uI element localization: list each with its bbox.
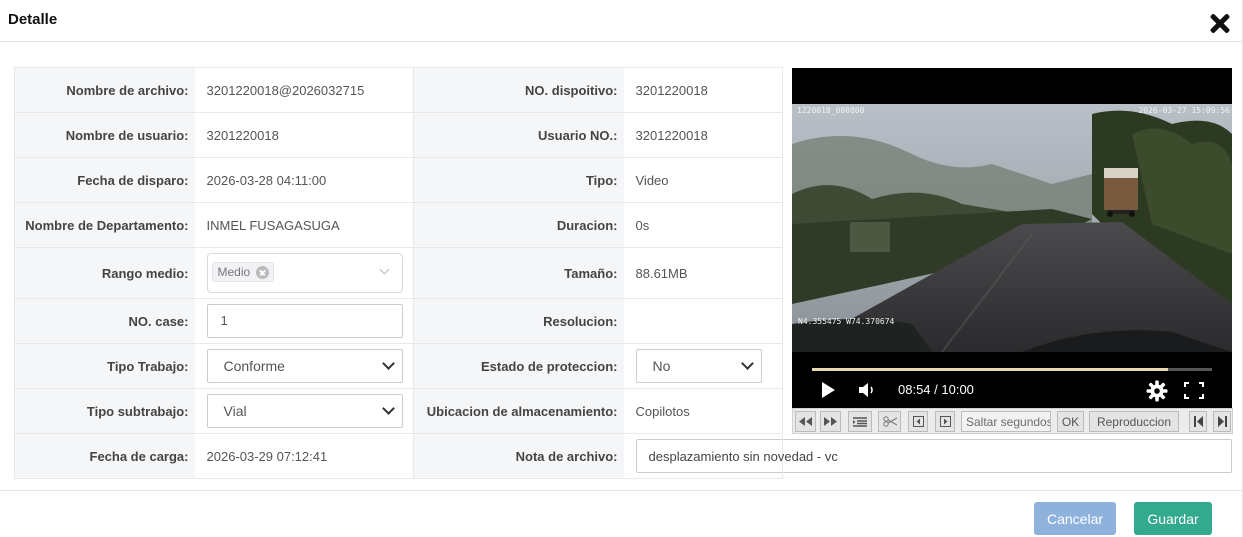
detail-dialog: Detalle Nombre de archivo: 3201220018@20… [0,0,1243,537]
case-no-input[interactable]: 1 [206,304,403,338]
range-tag: Medio [211,262,275,282]
chevron-down-icon [741,359,755,373]
close-icon[interactable] [1206,9,1234,37]
subwork-type-select[interactable]: Vial [206,394,403,428]
seek-seconds-input[interactable]: Saltar segundos [961,411,1051,432]
volume-icon[interactable] [858,382,878,398]
resolution-label: Resolucion: [413,298,624,344]
video-progress-bar[interactable] [812,368,1212,371]
work-type-select[interactable]: Conforme [206,349,403,383]
video-osd-camera: 1220018_000000 [797,106,865,115]
range-label: Rango medio: [14,247,195,299]
work-type-label: Tipo Trabajo: [14,343,195,389]
type-value: Video [623,157,783,203]
scissors-icon[interactable] [878,411,901,432]
protection-status-label: Estado de proteccion: [413,343,624,389]
range-multiselect[interactable]: Medio [206,253,403,293]
detail-form: Nombre de archivo: 3201220018@2026032715… [14,67,1232,479]
skip-start-icon[interactable] [1189,411,1207,432]
form-row: Tipo subtrabajo: Vial Ubicacion de almac… [14,388,783,434]
form-row: Nombre de usuario: 3201220018 Usuario NO… [14,112,783,158]
subwork-type-selected: Vial [223,403,247,419]
chevron-down-icon [382,359,396,373]
gear-icon[interactable] [1146,380,1168,402]
form-row: Rango medio: Medio Tamaño: 88.61MB [14,247,783,299]
work-type-selected: Conforme [223,358,285,374]
video-player[interactable]: 1220018_000000 2026-03-27 15:09:56 N4.35… [792,68,1232,408]
form-row: Fecha de carga: 2026-03-29 07:12:41 Nota… [14,433,1232,479]
chevron-down-icon [382,404,396,418]
form-row: NO. case: 1 Resolucion: [14,298,783,344]
subwork-type-label: Tipo subtrabajo: [14,388,195,434]
protection-status-select[interactable]: No [635,349,762,383]
file-name-value: 3201220018@2026032715 [194,67,414,113]
cancel-button[interactable]: Cancelar [1034,502,1116,535]
fullscreen-icon[interactable] [1184,382,1204,399]
trigger-date-value: 2026-03-28 04:11:00 [194,157,414,203]
save-button[interactable]: Guardar [1134,502,1212,535]
department-label: Nombre de Departamento: [14,202,195,248]
list-icon[interactable] [848,411,872,432]
upload-date-label: Fecha de carga: [14,433,195,479]
dialog-header: Detalle [0,0,1243,42]
video-osd-datetime: 2026-03-27 15:09:56 [1138,106,1230,115]
duration-value: 0s [623,202,783,248]
skip-end-icon[interactable] [1213,411,1231,432]
form-row: Nombre de Departamento: INMEL FUSAGASUGA… [14,202,783,248]
resolution-value [623,298,783,344]
form-row: Fecha de disparo: 2026-03-28 04:11:00 Ti… [14,157,783,203]
video-controls: 08:54 / 10:00 [792,352,1232,408]
play-icon[interactable] [822,382,835,398]
department-value: INMEL FUSAGASUGA [194,202,414,248]
storage-location-value: Copilotos [623,388,783,434]
frame-forward-icon[interactable] [935,411,955,432]
file-note-input[interactable]: desplazamiento sin novedad - vc [635,439,1232,473]
video-time: 08:54 / 10:00 [898,382,974,397]
form-row: Tipo Trabajo: Conforme Estado de protecc… [14,343,783,389]
size-value: 88.61MB [623,247,783,299]
dialog-title: Detalle [8,11,58,28]
video-osd-coordinates: N4.355475 W74.370674 [798,317,895,326]
rewind-icon[interactable] [795,411,816,432]
fast-forward-icon[interactable] [820,411,841,432]
protection-status-selected: No [652,358,671,374]
video-frame: 1220018_000000 2026-03-27 15:09:56 N4.35… [792,104,1232,352]
type-label: Tipo: [413,157,624,203]
duration-label: Duracion: [413,202,624,248]
file-name-label: Nombre de archivo: [14,67,195,113]
footer-divider [0,490,1243,491]
trigger-date-label: Fecha de disparo: [14,157,195,203]
video-progress-fill [812,368,1168,371]
chevron-down-icon [380,266,390,276]
user-name-value: 3201220018 [194,112,414,158]
user-name-label: Nombre de usuario: [14,112,195,158]
device-no-value: 3201220018 [623,67,783,113]
device-no-label: NO. dispoitivo: [413,67,624,113]
frame-back-icon[interactable] [908,411,928,432]
playback-button[interactable]: Reproduccion [1089,411,1179,432]
seek-ok-button[interactable]: OK [1057,411,1084,432]
remove-tag-icon[interactable] [256,265,270,279]
form-row: Nombre de archivo: 3201220018@2026032715… [14,67,783,113]
playback-toolbar: Saltar segundos OK Reproduccion [792,408,1233,434]
user-no-label: Usuario NO.: [413,112,624,158]
size-label: Tamaño: [413,247,624,299]
storage-location-label: Ubicacion de almacenamiento: [413,388,624,434]
case-no-label: NO. case: [14,298,195,344]
upload-date-value: 2026-03-29 07:12:41 [194,433,414,479]
user-no-value: 3201220018 [623,112,783,158]
range-tag-label: Medio [217,265,251,279]
file-note-label: Nota de archivo: [413,433,624,479]
